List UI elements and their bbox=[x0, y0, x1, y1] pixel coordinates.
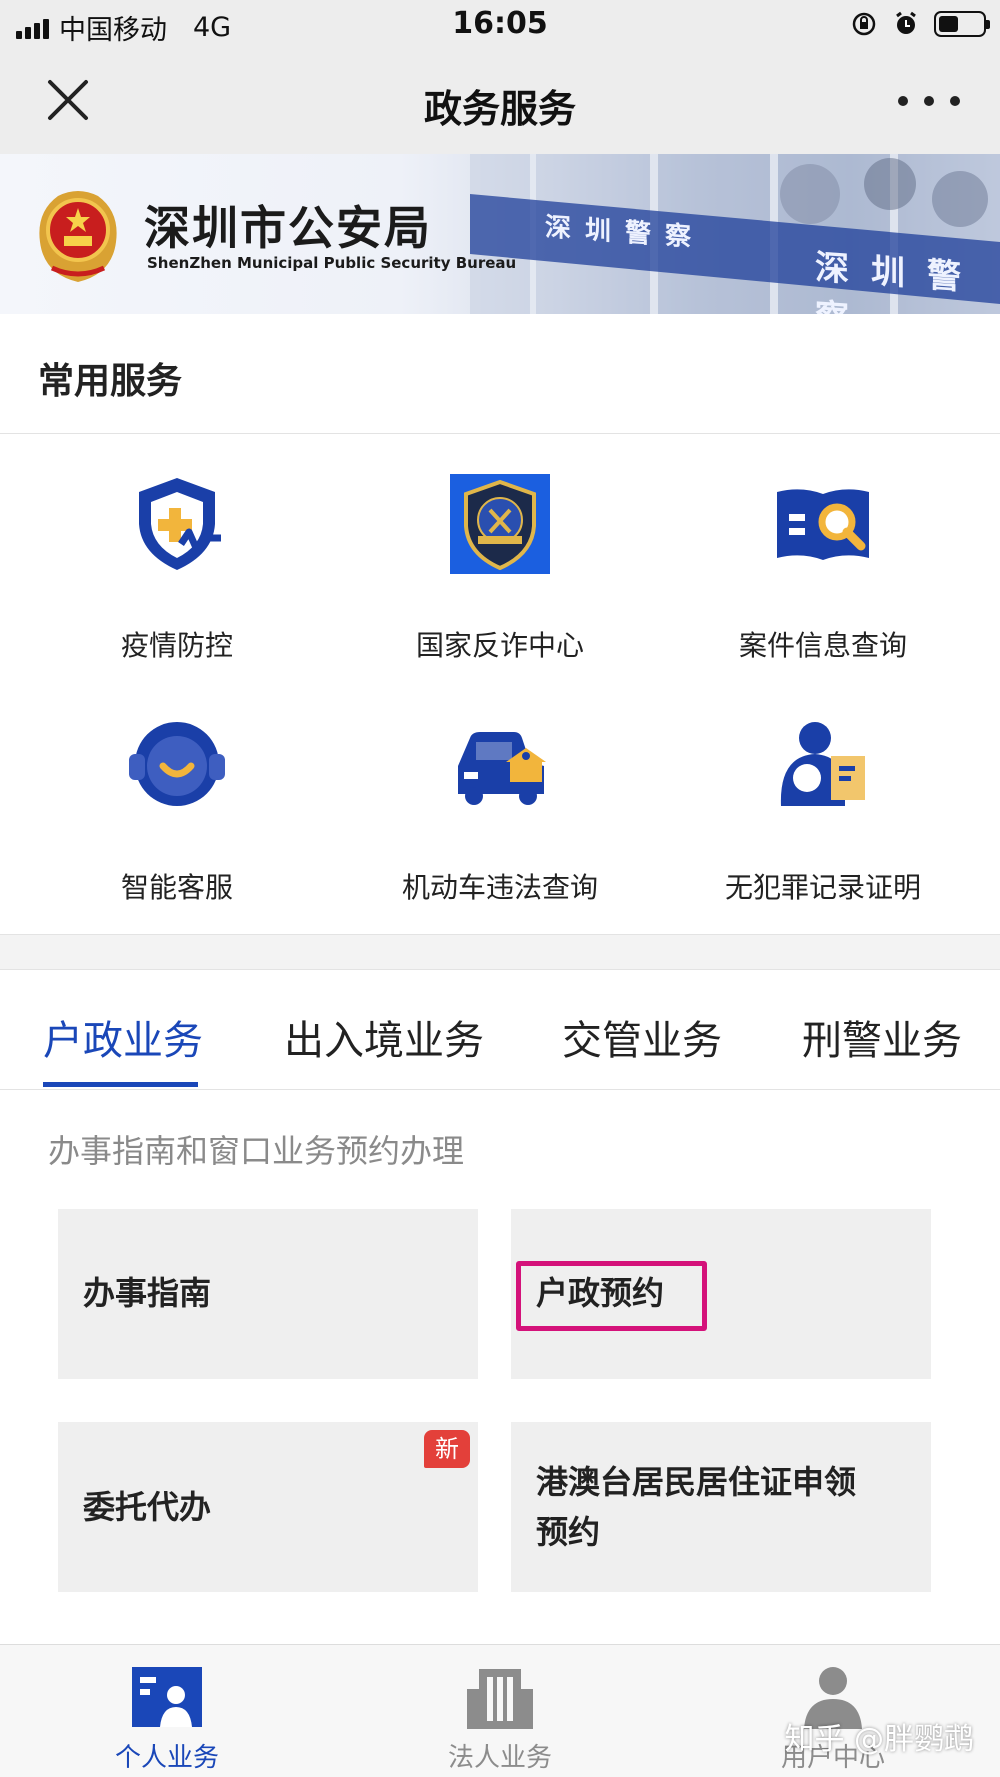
status-bar-right bbox=[850, 10, 990, 38]
vehicle-violation-icon bbox=[458, 732, 546, 805]
service-grid: 疫情防控 国家反诈中心 案件信息查询 智能客服 机动车违法查询 无犯罪记录证明 bbox=[0, 434, 1000, 934]
banner-subtitle: ShenZhen Municipal Public Security Burea… bbox=[147, 254, 517, 272]
customer-service-icon bbox=[129, 722, 225, 806]
police-banner: 深圳警察 深圳警察 深圳市公安局 ShenZhen Municipal Publ… bbox=[0, 154, 1000, 314]
bottom-tab-personal[interactable]: 个人业务 bbox=[0, 1645, 334, 1777]
rotation-lock-icon bbox=[852, 12, 876, 36]
banner-title: 深圳市公安局 bbox=[144, 201, 432, 255]
battery-level bbox=[939, 16, 958, 32]
service-label: 疫情防控 bbox=[120, 629, 233, 662]
common-services-header: 常用服务 bbox=[0, 314, 1000, 434]
card-label: 户政预约 bbox=[536, 1274, 665, 1312]
watermark: 知乎 @胖鹦鹉 bbox=[784, 1722, 974, 1757]
card-label: 港澳台居民居住证申领预约 bbox=[536, 1463, 857, 1551]
service-label: 案件信息查询 bbox=[738, 629, 907, 662]
tab-traffic[interactable]: 交管业务 bbox=[562, 1008, 722, 1066]
card-label: 办事指南 bbox=[83, 1274, 212, 1312]
service-label: 无犯罪记录证明 bbox=[724, 871, 921, 904]
status-bar: 中国移动 4G 16:05 bbox=[0, 0, 1000, 50]
card-service-guide[interactable]: 办事指南 bbox=[58, 1209, 478, 1379]
case-search-icon bbox=[777, 489, 869, 560]
tab-household[interactable]: 户政业务 bbox=[43, 1008, 203, 1066]
page-title: 政务服务 bbox=[423, 87, 576, 131]
service-label: 智能客服 bbox=[120, 871, 233, 904]
card-entrust-agent[interactable]: 新 委托代办 bbox=[58, 1422, 478, 1592]
corporate-building-icon bbox=[467, 1669, 533, 1729]
common-services-title: 常用服务 bbox=[38, 361, 183, 402]
police-emblem-icon bbox=[39, 191, 117, 282]
card-household-appointment[interactable]: 户政预约 bbox=[511, 1209, 931, 1379]
section-divider bbox=[0, 934, 1000, 970]
banner-sign-2: 深圳警察 bbox=[815, 247, 983, 314]
service-label: 机动车违法查询 bbox=[401, 871, 598, 904]
epidemic-shield-icon bbox=[139, 478, 221, 570]
new-badge: 新 bbox=[424, 1430, 470, 1468]
tab-criminal[interactable]: 刑警业务 bbox=[802, 1008, 962, 1066]
guide-note: 办事指南和窗口业务预约办理 bbox=[48, 1132, 465, 1170]
bottom-tab-corporate[interactable]: 法人业务 bbox=[333, 1645, 667, 1777]
no-crime-certificate-icon bbox=[780, 722, 865, 806]
anti-fraud-badge-icon bbox=[450, 474, 550, 574]
more-icon[interactable] bbox=[898, 86, 960, 116]
tab-exit-entry[interactable]: 出入境业务 bbox=[284, 1008, 484, 1066]
alarm-icon bbox=[896, 11, 916, 34]
battery-icon bbox=[934, 11, 990, 37]
personal-business-icon bbox=[132, 1667, 202, 1727]
bottom-tab-label: 法人业务 bbox=[447, 1743, 552, 1773]
service-label: 国家反诈中心 bbox=[415, 629, 584, 662]
nav-bar: 政务服务 bbox=[0, 50, 1000, 154]
bottom-tab-label: 个人业务 bbox=[114, 1743, 219, 1773]
business-tabs: 户政业务 出入境业务 交管业务 刑警业务 bbox=[0, 970, 1000, 1090]
card-residence-permit-appointment[interactable]: 港澳台居民居住证申领预约 bbox=[511, 1422, 931, 1592]
active-tab-indicator bbox=[43, 1082, 198, 1087]
card-label: 委托代办 bbox=[83, 1488, 212, 1526]
